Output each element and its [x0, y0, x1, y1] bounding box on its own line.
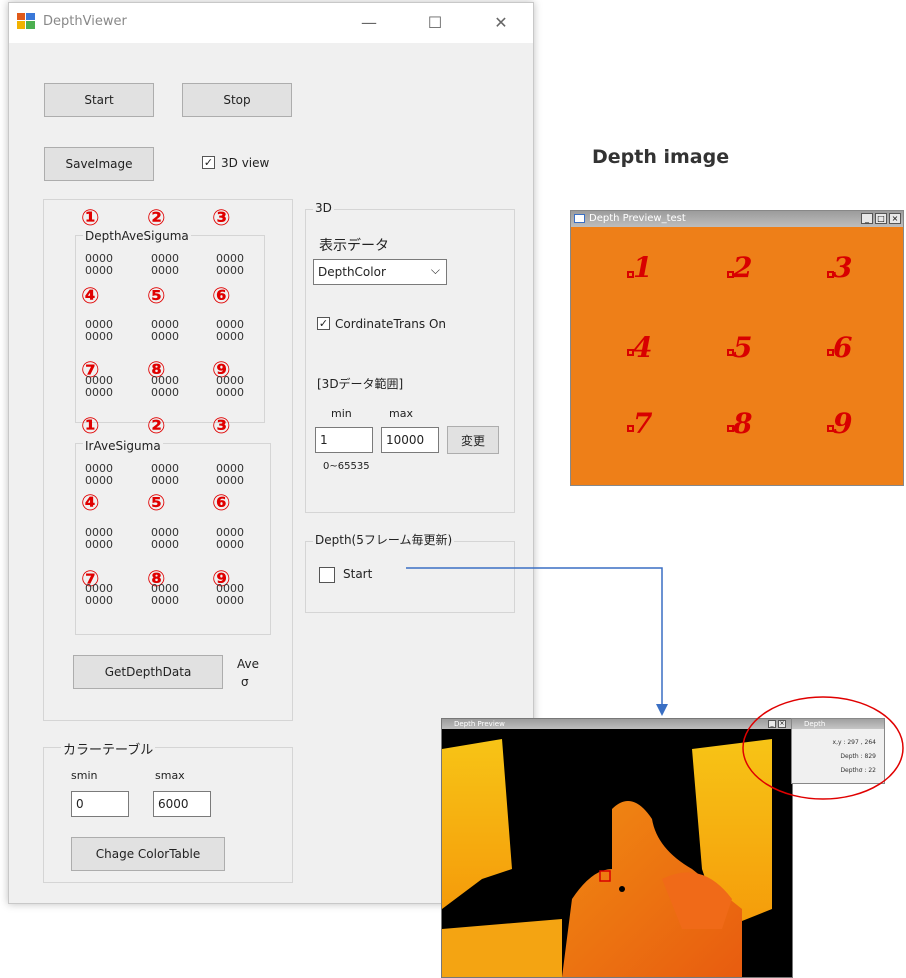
min-label: min [331, 407, 352, 420]
ir-value-8: 0000 0000 [151, 582, 179, 607]
ir-marker-2: ② [147, 414, 166, 439]
depth-marker-1: ① [81, 206, 100, 231]
depth-value-6: 0000 0000 [216, 318, 244, 343]
smin-input[interactable]: 0 [71, 791, 129, 817]
maximize-button[interactable]: ☐ [415, 9, 455, 37]
sigma-label: σ [241, 675, 249, 689]
range-hint: 0~65535 [323, 461, 370, 472]
roi-square-4 [627, 349, 634, 356]
depth-ave-group-title: DepthAveSiguma [83, 229, 191, 243]
ir-marker-3: ③ [212, 414, 231, 439]
ir-value-3: 0000 0000 [216, 462, 244, 487]
range-label: [3Dデータ範囲] [317, 377, 404, 391]
roi-square-3 [827, 271, 834, 278]
preview-digit-2: 2 [733, 251, 753, 284]
depth-marker-2: ② [147, 206, 166, 231]
ir-value-5: 0000 0000 [151, 526, 179, 551]
depth-preview-title: Depth Preview [454, 720, 505, 728]
preview-digit-9: 9 [833, 407, 853, 440]
roi-square-9 [827, 425, 834, 432]
preview-test-titlebar: Depth Preview_test _ □ × [571, 211, 903, 227]
chevron-down-icon: ⌵ [430, 263, 440, 277]
roi-square-7 [627, 425, 634, 432]
ir-marker-6: ⑥ [212, 491, 231, 516]
stop-button[interactable]: Stop [182, 83, 292, 117]
minimize-button[interactable]: — [349, 9, 389, 37]
coord-trans-label: CordinateTrans On [335, 317, 447, 331]
window-title: DepthViewer [43, 14, 127, 29]
ir-marker-4: ④ [81, 491, 100, 516]
depth-update-title: Depth(5フレーム毎更新) [313, 531, 455, 548]
roi-square-2 [727, 271, 734, 278]
roi-square-6 [827, 349, 834, 356]
smax-label: smax [155, 769, 185, 782]
highlight-ellipse [742, 696, 904, 800]
preview-digit-3: 3 [833, 251, 853, 284]
roi-square-1 [627, 271, 634, 278]
roi-square-5 [727, 349, 734, 356]
smin-label: smin [71, 769, 98, 782]
display-data-label: 表示データ [319, 238, 389, 254]
depth-value-9: 0000 0000 [216, 374, 244, 399]
ir-value-6: 0000 0000 [216, 526, 244, 551]
depth-image-heading: Depth image [592, 146, 730, 168]
preview-maximize-icon[interactable]: □ [875, 213, 887, 224]
depth-marker-4: ④ [81, 284, 100, 309]
view3d-checkbox[interactable]: ✓ [202, 156, 215, 169]
change-range-button[interactable]: 変更 [447, 426, 499, 454]
coord-trans-checkbox[interactable]: ✓ [317, 317, 330, 330]
change-color-table-button[interactable]: Chage ColorTable [71, 837, 225, 871]
depth-update-start-checkbox[interactable] [319, 567, 335, 583]
preview-digit-5: 5 [733, 331, 753, 364]
connector-arrow [406, 567, 668, 716]
get-depth-data-button[interactable]: GetDepthData [73, 655, 223, 689]
range-min-input[interactable]: 1 [315, 427, 373, 453]
ir-value-4: 0000 0000 [85, 526, 113, 551]
depth-value-1: 0000 0000 [85, 252, 113, 277]
ir-value-2: 0000 0000 [151, 462, 179, 487]
title-bar: DepthViewer — ☐ ✕ [9, 3, 533, 43]
color-table-title: カラーテーブル [61, 739, 156, 758]
ir-value-1: 0000 0000 [85, 462, 113, 487]
ir-value-9: 0000 0000 [216, 582, 244, 607]
preview-digit-6: 6 [833, 331, 853, 364]
ave-label: Ave [237, 657, 259, 671]
range-max-input[interactable]: 10000 [381, 427, 439, 453]
display-data-select[interactable]: DepthColor ⌵ [313, 259, 447, 285]
depth-value-5: 0000 0000 [151, 318, 179, 343]
depth-value-4: 0000 0000 [85, 318, 113, 343]
roi-square-8 [727, 425, 734, 432]
save-image-button[interactable]: SaveImage [44, 147, 154, 181]
ir-marker-1: ① [81, 414, 100, 439]
group-3d-title: 3D [313, 201, 334, 215]
preview-digit-7: 7 [633, 407, 653, 440]
preview-digit-8: 8 [733, 407, 753, 440]
start-button[interactable]: Start [44, 83, 154, 117]
preview-digit-1: 1 [633, 251, 653, 284]
ir-marker-5: ⑤ [147, 491, 166, 516]
depth-marker-6: ⑥ [212, 284, 231, 309]
ir-ave-group-title: IrAveSiguma [83, 439, 163, 453]
depth-value-8: 0000 0000 [151, 374, 179, 399]
view3d-label: 3D view [221, 156, 270, 170]
close-button[interactable]: ✕ [481, 9, 521, 37]
depth-value-3: 0000 0000 [216, 252, 244, 277]
max-label: max [389, 407, 413, 420]
depth-marker-3: ③ [212, 206, 231, 231]
app-icon [17, 13, 35, 29]
ir-value-7: 0000 0000 [85, 582, 113, 607]
depth-update-start-label: Start [343, 567, 373, 581]
depth-value-2: 0000 0000 [151, 252, 179, 277]
preview-digit-4: 4 [633, 331, 653, 364]
smax-input[interactable]: 6000 [153, 791, 211, 817]
preview-close-icon[interactable]: × [889, 213, 901, 224]
depth-marker-5: ⑤ [147, 284, 166, 309]
preview-test-title: Depth Preview_test [589, 213, 686, 224]
depth-value-7: 0000 0000 [85, 374, 113, 399]
display-data-value: DepthColor [318, 265, 386, 279]
depth-preview-test-window: Depth Preview_test _ □ × 1 2 3 4 5 6 7 8… [570, 210, 904, 486]
window-icon [574, 214, 585, 223]
preview-minimize-icon[interactable]: _ [861, 213, 873, 224]
